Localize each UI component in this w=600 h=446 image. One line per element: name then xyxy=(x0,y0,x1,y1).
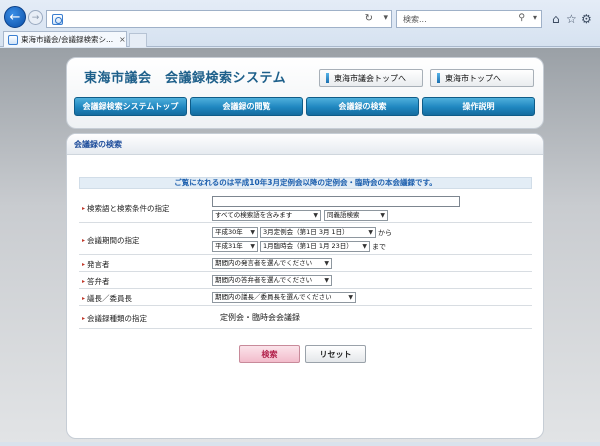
browser-search-placeholder: 検索... xyxy=(403,15,427,24)
home-icon[interactable]: ⌂ xyxy=(552,12,560,26)
link-bar-icon xyxy=(437,73,440,83)
synonym-value: 同義語検索 xyxy=(327,211,360,219)
menu-help-button[interactable]: 操作説明 xyxy=(422,97,535,116)
settings-gear-icon[interactable]: ⚙ xyxy=(581,12,592,26)
site-title: 東海市議会 会議録検索システム xyxy=(84,71,287,86)
keyword-condition-select[interactable]: すべての検索語を含みます ▼ xyxy=(212,210,321,221)
menu-system-top-button[interactable]: 会議録検索システムトップ xyxy=(74,97,187,116)
bullet-icon: ▸ xyxy=(82,237,86,244)
bullet-icon: ▸ xyxy=(82,278,86,285)
menu-browse-button[interactable]: 会議録の閲覧 xyxy=(190,97,303,116)
bullet-icon: ▸ xyxy=(82,205,86,212)
magnifier-icon[interactable]: ⚲ xyxy=(518,13,525,23)
chevron-down-icon: ▼ xyxy=(362,243,367,250)
city-top-link-label: 東海市トップへ xyxy=(445,73,501,83)
city-top-link[interactable]: 東海市トップへ xyxy=(430,69,534,87)
to-year-select[interactable]: 平成31年 ▼ xyxy=(212,241,258,252)
search-dropdown-icon[interactable]: ▾ xyxy=(533,13,537,22)
reset-button[interactable]: リセット xyxy=(305,345,366,363)
respondent-select-value: 期間内の答弁者を選んでください xyxy=(215,276,313,284)
chevron-down-icon: ▼ xyxy=(250,229,255,236)
respondent-label: 答弁者 xyxy=(87,277,110,286)
to-year-value: 平成31年 xyxy=(215,242,243,250)
from-suffix: から xyxy=(378,229,392,237)
chair-row: ▸ 議長／委員長 期間内の議長／委員長を選んでください ▼ xyxy=(79,290,532,306)
assembly-top-link-label: 東海市議会トップへ xyxy=(334,73,406,83)
chevron-down-icon: ▼ xyxy=(380,212,385,219)
chevron-down-icon: ▼ xyxy=(348,294,353,301)
chair-select[interactable]: 期間内の議長／委員長を選んでください ▼ xyxy=(212,292,356,303)
speaker-label: 発言者 xyxy=(87,260,110,269)
from-session-select[interactable]: 3月定例会（第1日 3月 1日） ▼ xyxy=(260,227,376,238)
record-type-value: 定例会・臨時会会議録 xyxy=(220,313,300,322)
chevron-down-icon: ▼ xyxy=(324,260,329,267)
page-bottom-strip xyxy=(0,442,600,446)
assembly-top-link[interactable]: 東海市議会トップへ xyxy=(319,69,423,87)
to-session-value: 1月臨時会（第1日 1月 23日） xyxy=(263,242,353,250)
chair-label: 議長／委員長 xyxy=(87,294,133,303)
back-arrow-icon[interactable]: ← xyxy=(4,6,26,28)
header-panel: 東海市議会 会議録検索システム 東海市議会トップへ 東海市トップへ 会議録検索シ… xyxy=(66,57,544,129)
bullet-icon: ▸ xyxy=(82,295,86,302)
forward-arrow-icon[interactable]: → xyxy=(28,10,43,25)
chair-select-value: 期間内の議長／委員長を選んでください xyxy=(215,293,332,301)
from-session-value: 3月定例会（第1日 3月 1日） xyxy=(263,228,349,236)
to-suffix: まで xyxy=(372,243,386,251)
speaker-row: ▸ 発言者 期間内の発言者を選んでください ▼ xyxy=(79,256,532,272)
link-bar-icon xyxy=(326,73,329,83)
section-title: 会議録の検索 xyxy=(67,134,543,155)
new-tab-button[interactable] xyxy=(129,33,147,47)
browser-toolbar: ← → ↻ ▾ 検索... ⚲ ▾ ⌂ ☆ ⚙ 東海市議会/会議録検索シ... … xyxy=(0,0,600,47)
respondent-select[interactable]: 期間内の答弁者を選んでください ▼ xyxy=(212,275,332,286)
respondent-row: ▸ 答弁者 期間内の答弁者を選んでください ▼ xyxy=(79,273,532,289)
page-background: 東海市議会 会議録検索システム 東海市議会トップへ 東海市トップへ 会議録検索シ… xyxy=(0,48,600,446)
browser-search-input[interactable]: 検索... ⚲ ▾ xyxy=(396,10,542,28)
notice-banner: ご覧になれるのは平成10年3月定例会以降の定例会・臨時会の本会議録です。 xyxy=(79,177,532,189)
refresh-icon[interactable]: ↻ xyxy=(365,13,373,24)
keyword-row: ▸ 検索語と検索条件の指定 すべての検索語を含みます ▼ 同義語検索 ▼ xyxy=(79,194,532,223)
tab-label: 東海市議会/会議録検索シ... xyxy=(21,35,114,44)
period-label: 会議期間の指定 xyxy=(87,236,140,245)
to-session-select[interactable]: 1月臨時会（第1日 1月 23日） ▼ xyxy=(260,241,370,252)
tab-favicon-icon xyxy=(8,34,18,45)
synonym-select[interactable]: 同義語検索 ▼ xyxy=(324,210,388,221)
from-year-select[interactable]: 平成30年 ▼ xyxy=(212,227,258,238)
address-dropdown-icon[interactable]: ▾ xyxy=(383,13,388,23)
record-type-label: 会議録種類の指定 xyxy=(87,314,148,323)
period-row: ▸ 会議期間の指定 平成30年 ▼ 3月定例会（第1日 3月 1日） ▼ から … xyxy=(79,224,532,255)
tab-close-icon[interactable]: × xyxy=(119,35,126,44)
page-globe-icon xyxy=(52,14,63,25)
address-bar[interactable]: ↻ ▾ xyxy=(46,10,392,28)
from-year-value: 平成30年 xyxy=(215,228,243,236)
search-button[interactable]: 検索 xyxy=(239,345,300,363)
search-panel: 会議録の検索 ご覧になれるのは平成10年3月定例会以降の定例会・臨時会の本会議録… xyxy=(66,133,544,439)
browser-tab[interactable]: 東海市議会/会議録検索シ... × xyxy=(3,31,127,47)
bullet-icon: ▸ xyxy=(82,315,86,322)
menu-search-button[interactable]: 会議録の検索 xyxy=(306,97,419,116)
record-type-row: ▸ 会議録種類の指定 定例会・臨時会会議録 xyxy=(79,307,532,329)
speaker-select-value: 期間内の発言者を選んでください xyxy=(215,259,313,267)
chevron-down-icon: ▼ xyxy=(368,229,373,236)
speaker-select[interactable]: 期間内の発言者を選んでください ▼ xyxy=(212,258,332,269)
chevron-down-icon: ▼ xyxy=(324,277,329,284)
keyword-condition-value: すべての検索語を含みます xyxy=(215,211,293,219)
chevron-down-icon: ▼ xyxy=(250,243,255,250)
favorites-star-icon[interactable]: ☆ xyxy=(566,12,577,26)
bullet-icon: ▸ xyxy=(82,261,86,268)
keyword-label: 検索語と検索条件の指定 xyxy=(87,204,170,213)
keyword-input[interactable] xyxy=(212,196,460,207)
chevron-down-icon: ▼ xyxy=(313,212,318,219)
